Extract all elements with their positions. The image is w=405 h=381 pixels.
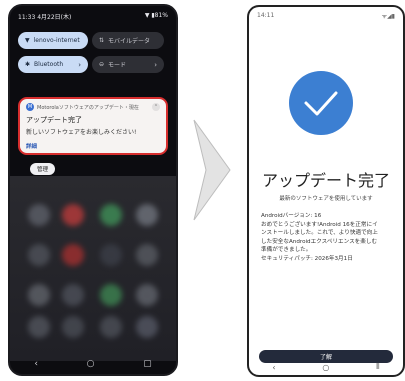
- recents-button[interactable]: ▢: [143, 359, 152, 369]
- app-icon: [62, 244, 84, 266]
- notification-source: Motorolaソフトウェアのアップデート・現在: [37, 104, 139, 111]
- update-notification[interactable]: M Motorolaソフトウェアのアップデート・現在 ⌃ アップデート完了 新し…: [18, 97, 168, 155]
- app-icon: [62, 204, 84, 226]
- app-icon: [136, 204, 158, 226]
- navigation-bar: ‹ ○ ▢: [10, 354, 176, 374]
- qs-tile-wifi[interactable]: ▼ lenovo-internet: [18, 32, 88, 49]
- app-icon: [28, 204, 50, 226]
- app-icon: [100, 284, 122, 306]
- home-button[interactable]: ○: [322, 363, 329, 372]
- app-icon: [28, 244, 50, 266]
- app-icon: [28, 284, 50, 306]
- status-bar: 14:11 ᯤ◢▮: [257, 12, 395, 20]
- status-indicators: ᯤ◢▮: [381, 13, 395, 20]
- checkmark-icon: [304, 91, 338, 116]
- qs-tile-bluetooth[interactable]: ✱ Bluetooth ›: [18, 56, 88, 73]
- app-icon: [136, 244, 158, 266]
- wifi-icon: ▼: [25, 37, 30, 44]
- app-icon: [62, 284, 84, 306]
- notification-shade-phone: 11:33 4月22日(木) ▼ ▮81% ▼ lenovo-internet …: [8, 4, 178, 376]
- recents-button[interactable]: ⦀: [376, 362, 380, 372]
- app-icon: M: [26, 103, 34, 111]
- page-subtitle: 最新のソフトウェアを使用しています: [279, 196, 373, 202]
- qs-tile-label: lenovo-internet: [33, 37, 80, 44]
- back-button[interactable]: ‹: [272, 363, 275, 372]
- info-line: ンストールしました。これで、より快適で向上: [261, 230, 378, 236]
- bluetooth-icon: ✱: [25, 61, 31, 68]
- success-check-icon: [289, 71, 353, 135]
- update-complete-phone: 14:11 ᯤ◢▮ アップデート完了 最新のソフトウェアを使用しています And…: [247, 5, 405, 377]
- mode-icon: ⊖: [99, 61, 105, 68]
- qs-tile-mode[interactable]: ⊖ モード ›: [92, 56, 164, 73]
- app-icon: [28, 316, 50, 338]
- status-indicators: ▼ ▮81%: [144, 12, 168, 19]
- qs-tile-label: モバイルデータ: [108, 38, 151, 45]
- info-line: した安全なAndroidエクスペリエンスを楽しむ: [261, 238, 378, 245]
- chevron-right-arrow-icon: [193, 119, 231, 221]
- update-info: Androidバージョン: 16 おめでとうございます!Android 16を正…: [261, 212, 393, 263]
- notification-header: M Motorolaソフトウェアのアップデート・現在 ⌃: [26, 103, 160, 111]
- transition-arrow: [192, 118, 232, 226]
- qs-tile-label: モード: [108, 62, 127, 69]
- info-line: 準備ができました。: [261, 247, 312, 253]
- home-button[interactable]: ○: [87, 359, 95, 369]
- info-line: Androidバージョン: 16: [261, 213, 322, 219]
- app-icon: [100, 244, 122, 266]
- manage-button[interactable]: 管理: [30, 163, 56, 175]
- back-button[interactable]: ‹: [34, 359, 38, 369]
- qs-tile-mobile-data[interactable]: ⇅ モバイルデータ: [92, 32, 164, 49]
- app-icon: [100, 204, 122, 226]
- mobile-data-icon: ⇅: [99, 37, 105, 44]
- chevron-right-icon: ›: [154, 60, 157, 69]
- comparison-figure: 11:33 4月22日(木) ▼ ▮81% ▼ lenovo-internet …: [0, 0, 405, 381]
- status-time: 14:11: [257, 12, 275, 19]
- notification-title: アップデート完了: [26, 116, 82, 124]
- notification-body: 新しいソフトウェアをお楽しみください!: [26, 129, 137, 136]
- qs-tile-label: Bluetooth: [34, 61, 64, 68]
- app-icon: [100, 316, 122, 338]
- navigation-bar: ‹ ○ ⦀: [249, 361, 403, 373]
- page-title: アップデート完了: [261, 171, 390, 190]
- info-line: おめでとうございます!Android 16を正常にイ: [261, 221, 378, 228]
- blurred-home-screen: [10, 176, 176, 361]
- details-action[interactable]: 詳細: [26, 142, 160, 150]
- app-icon: [136, 284, 158, 306]
- app-icon: [62, 316, 84, 338]
- status-bar: 11:33 4月22日(木) ▼ ▮81%: [18, 12, 168, 21]
- info-line: セキュリティパッチ: 2026年3月1日: [261, 255, 353, 262]
- app-icon: [136, 316, 158, 338]
- chevron-up-icon[interactable]: ⌃: [152, 103, 160, 111]
- status-time: 11:33 4月22日(木): [18, 14, 72, 21]
- chevron-right-icon: ›: [78, 60, 81, 69]
